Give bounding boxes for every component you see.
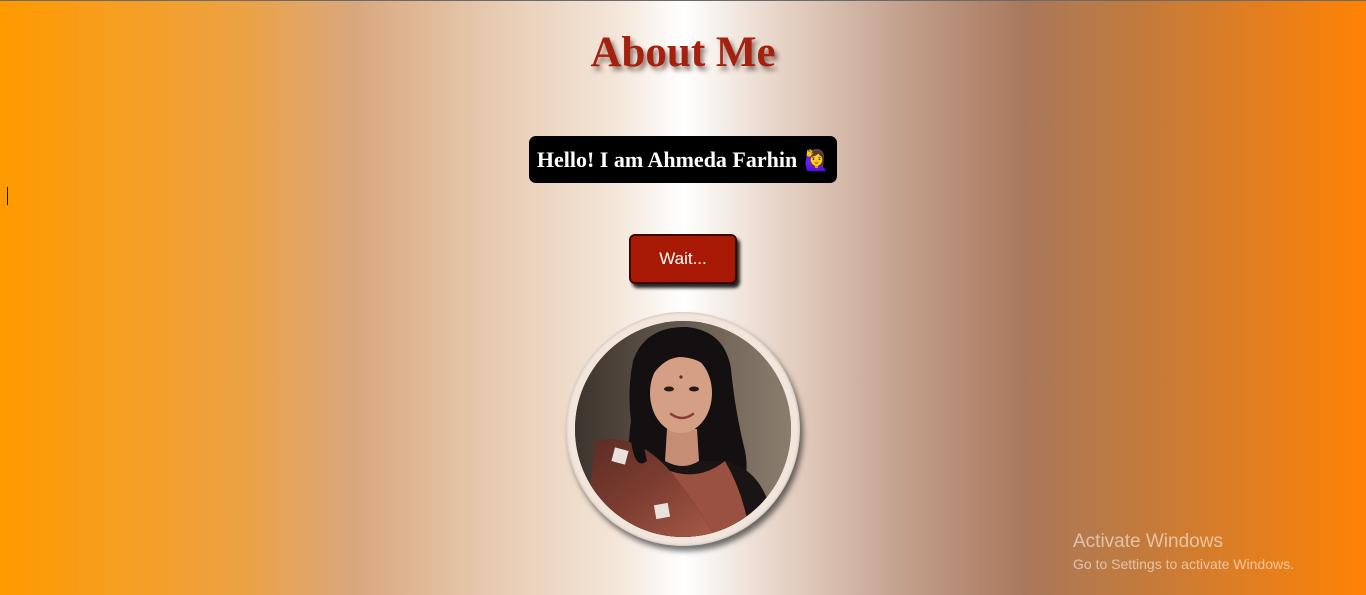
watermark-subtitle: Go to Settings to activate Windows. xyxy=(1073,556,1294,572)
window-top-border xyxy=(0,0,1366,1)
raising-hand-icon: 🙋‍♀️ xyxy=(804,147,830,172)
profile-photo xyxy=(575,321,791,537)
windows-activation-watermark: Activate Windows Go to Settings to activ… xyxy=(1073,531,1294,574)
wait-button[interactable]: Wait... xyxy=(629,234,737,284)
portrait-illustration xyxy=(575,321,791,537)
greeting-banner: Hello! I am Ahmeda Farhin 🙋‍♀️ xyxy=(529,136,837,183)
watermark-title: Activate Windows xyxy=(1073,531,1223,552)
greeting-text: Hello! I am Ahmeda Farhin xyxy=(536,146,798,172)
text-cursor xyxy=(7,187,8,205)
page-title: About Me xyxy=(590,29,776,76)
